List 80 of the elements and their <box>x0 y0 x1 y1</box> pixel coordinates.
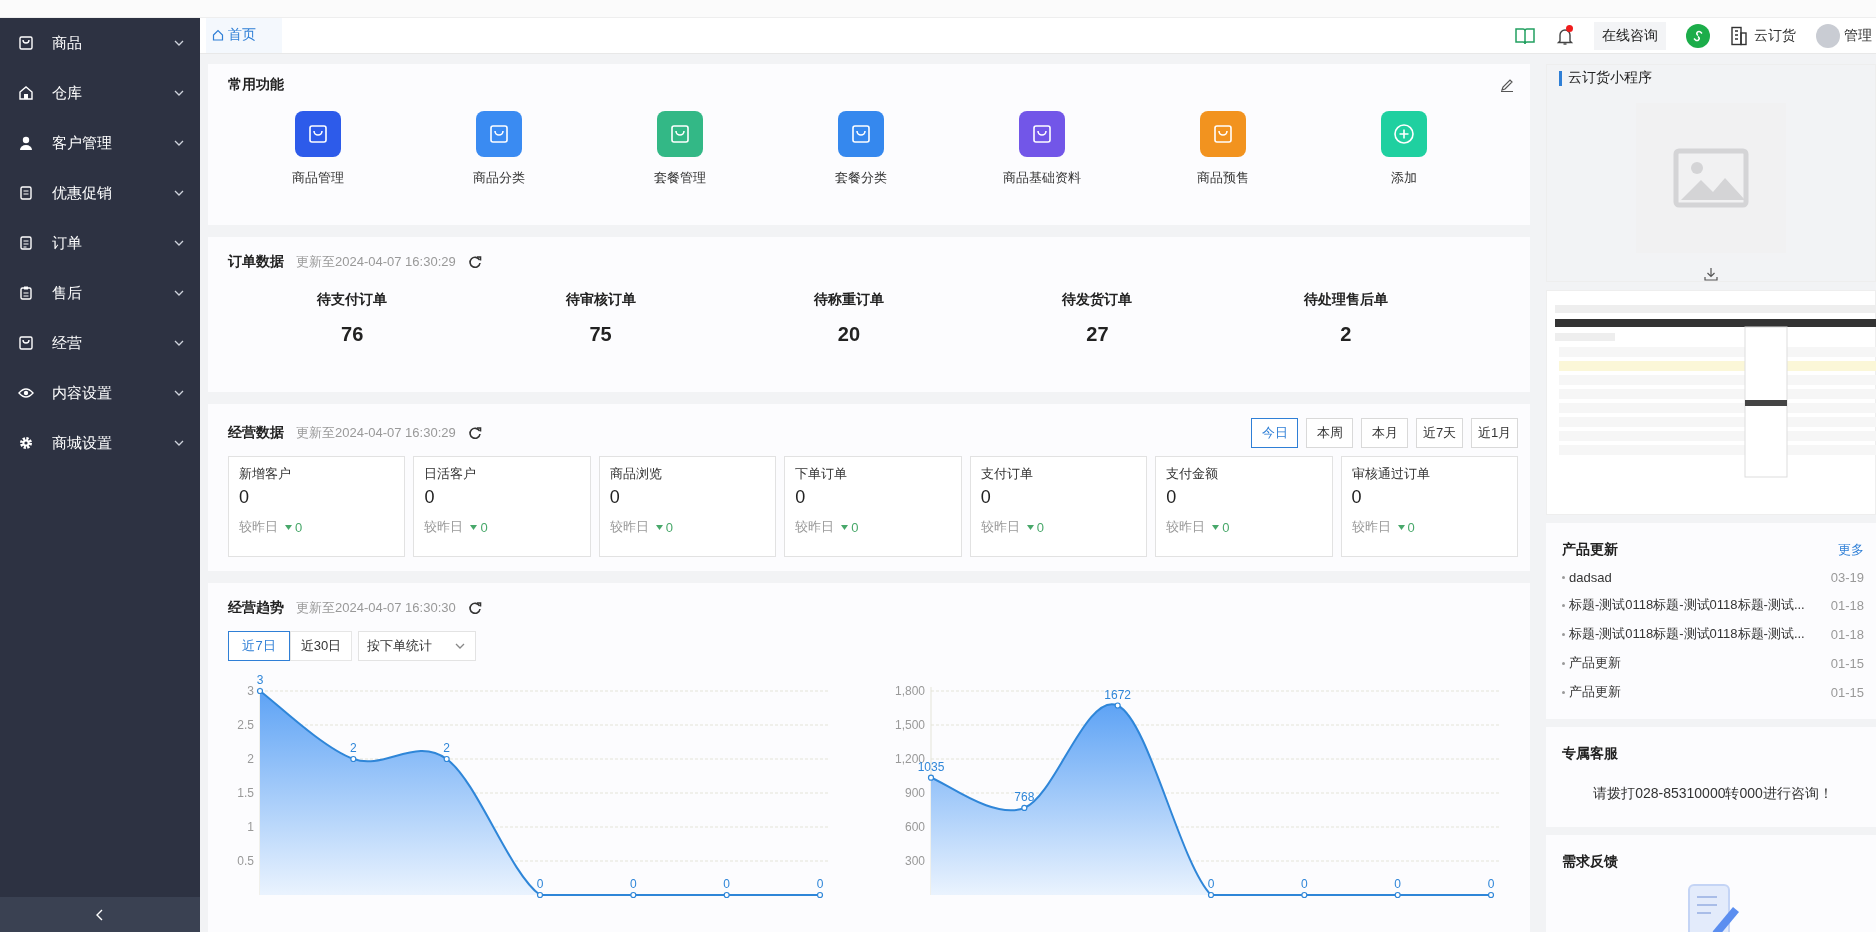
stat-value: 27 <box>1086 323 1109 346</box>
metric-label: 支付订单 <box>980 465 1034 483</box>
compare-label: 较昨日 <box>1351 518 1391 536</box>
data-label: 768 <box>1014 789 1035 804</box>
change-value: 0 <box>1222 519 1230 535</box>
data-label: 1672 <box>1104 687 1131 702</box>
compare-label: 较昨日 <box>795 518 835 536</box>
data-label: 0 <box>536 877 544 891</box>
stat-value: 76 <box>341 323 364 346</box>
change-value: 0 <box>295 519 303 535</box>
axis-tick-label: 900 <box>904 786 925 800</box>
metric-value: 0 <box>1351 487 1363 508</box>
metric-value: 0 <box>980 487 992 508</box>
service-message: 请拨打028-85310000转000进行咨询！ <box>1592 785 1834 803</box>
axis-tick-label: 600 <box>904 820 925 834</box>
axis-tick-label: 2 <box>247 752 254 766</box>
axis-tick-label: 1 <box>247 820 254 834</box>
change-value: 0 <box>851 519 859 535</box>
stat-label: 待发货订单 <box>1062 291 1133 309</box>
section-title: 经营趋势 <box>228 599 284 617</box>
data-label: 0 <box>1487 877 1495 891</box>
metric-label: 新增客户 <box>239 465 292 483</box>
stat-value: 20 <box>837 323 861 346</box>
stat-label: 待称重订单 <box>814 291 884 309</box>
metric-label: 商品浏览 <box>609 465 663 483</box>
section-title: 订单数据 <box>228 253 284 271</box>
card-title: 产品更新 <box>1562 541 1618 559</box>
change-value: 0 <box>665 519 674 535</box>
update-time: 更新至2024-04-07 16:30:30 <box>296 599 456 617</box>
axis-tick-label: 300 <box>904 854 925 868</box>
compare-label: 较昨日 <box>980 518 1020 536</box>
update-date: 01-15 <box>1830 684 1864 700</box>
axis-tick-label: 1,800 <box>894 684 925 698</box>
stat-label: 待处理售后单 <box>1303 291 1388 309</box>
data-label: 0 <box>1394 877 1401 891</box>
metric-value: 0 <box>239 487 250 508</box>
stat-label: 待支付订单 <box>317 291 388 309</box>
change-value: 0 <box>1407 519 1415 535</box>
metric-label: 日活客户 <box>424 465 478 483</box>
compare-label: 较昨日 <box>1166 518 1206 536</box>
axis-tick-label: 2.5 <box>237 718 254 732</box>
axis-tick-label: 1.5 <box>237 786 254 800</box>
metric-label: 支付金额 <box>1166 465 1220 483</box>
data-label: 0 <box>723 877 730 891</box>
metric-value: 0 <box>1166 487 1178 508</box>
compare-label: 较昨日 <box>609 518 649 536</box>
compare-label: 较昨日 <box>239 518 278 536</box>
data-label: 0 <box>816 877 824 891</box>
stat-value: 75 <box>589 323 612 346</box>
metric-label: 审核通过订单 <box>1351 465 1431 483</box>
metric-value: 0 <box>424 487 436 508</box>
card-title: 云订货小程序 <box>1568 69 1652 87</box>
change-value: 0 <box>1036 519 1044 535</box>
section-title: 经营数据 <box>228 424 284 442</box>
metric-value: 0 <box>609 487 621 508</box>
axis-tick-label: 0.5 <box>237 854 254 868</box>
update-date: 01-15 <box>1830 655 1864 671</box>
axis-tick-label: 3 <box>247 684 254 698</box>
card-title: 专属客服 <box>1562 745 1619 763</box>
metric-value: 0 <box>795 487 807 508</box>
data-label: 3 <box>256 673 264 687</box>
card-title: 需求反馈 <box>1562 853 1619 871</box>
update-date: 01-18 <box>1830 626 1864 642</box>
stat-value: 2 <box>1340 323 1352 346</box>
compare-label: 较昨日 <box>424 518 464 536</box>
data-label: 0 <box>630 877 637 891</box>
stat-label: 待审核订单 <box>565 291 636 309</box>
data-label: 0 <box>1301 877 1308 891</box>
update-time: 更新至2024-04-07 16:30:29 <box>296 253 456 271</box>
update-date: 03-19 <box>1830 570 1864 585</box>
update-time: 更新至2024-04-07 16:30:29 <box>296 424 456 442</box>
data-label: 2 <box>350 741 357 755</box>
change-value: 0 <box>480 519 488 535</box>
product-name: 云订货 <box>1754 26 1796 45</box>
metric-label: 下单订单 <box>795 465 849 483</box>
section-title: 常用功能 <box>228 76 284 94</box>
data-label: 2 <box>443 741 450 755</box>
data-label: 0 <box>1207 877 1215 891</box>
axis-tick-label: 1,500 <box>894 718 925 732</box>
update-date: 01-18 <box>1830 597 1864 613</box>
